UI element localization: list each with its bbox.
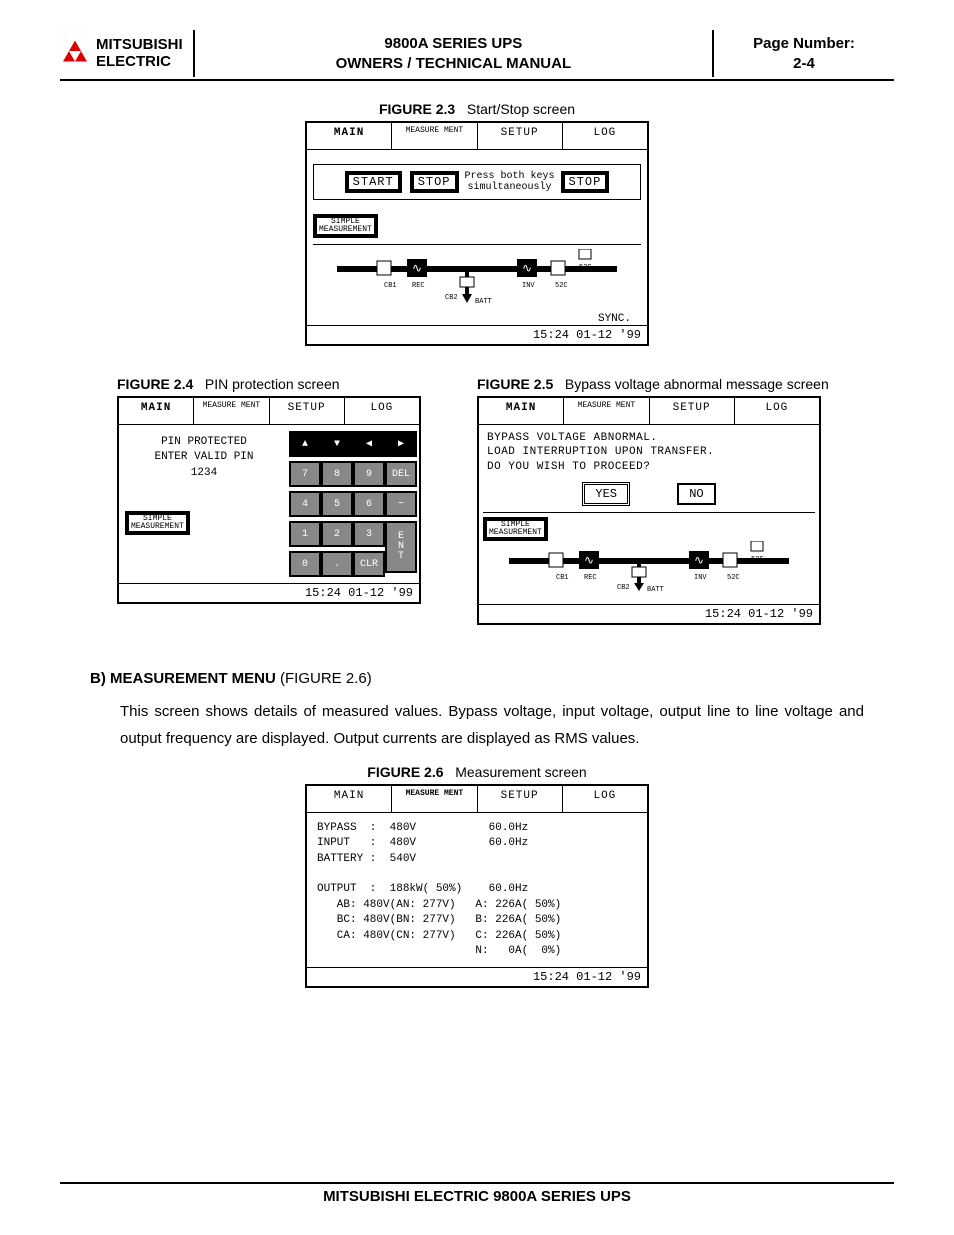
bypass-abnormal-msg: BYPASS VOLTAGE ABNORMAL. LOAD INTERRUPTI… xyxy=(483,429,815,476)
simple-measurement-button[interactable]: SIMPLE MEASUREMENT xyxy=(125,511,190,535)
key-dot[interactable]: . xyxy=(321,551,353,577)
brand-bottom: ELECTRIC xyxy=(96,54,183,71)
simple-measurement-button[interactable]: SIMPLE MEASUREMENT xyxy=(313,214,378,238)
timestamp: 15:24 01-12 '99 xyxy=(119,583,419,602)
tab-measurement[interactable]: MEASURE MENT xyxy=(392,123,477,149)
svg-text:52C: 52C xyxy=(727,574,740,582)
figure-2-4-caption: FIGURE 2.4 PIN protection screen xyxy=(117,376,457,392)
svg-text:∿: ∿ xyxy=(412,262,422,276)
figure-2-6-screen: MAIN MEASURE MENT SETUP LOG BYPASS : 480… xyxy=(305,784,649,989)
key-minus[interactable]: − xyxy=(385,491,417,517)
key-9[interactable]: 9 xyxy=(353,461,385,487)
tab-measurement[interactable]: MEASURE MENT xyxy=(392,786,477,812)
keypad: ▲ ▼ ◀ ▶ 7 8 9 DEL 4 5 6 − 1 xyxy=(289,431,413,577)
tab-setup[interactable]: SETUP xyxy=(478,123,563,149)
key-3[interactable]: 3 xyxy=(353,521,385,547)
key-7[interactable]: 7 xyxy=(289,461,321,487)
timestamp: 15:24 01-12 '99 xyxy=(479,604,819,623)
key-del[interactable]: DEL xyxy=(385,461,417,487)
svg-text:CB1: CB1 xyxy=(384,282,397,290)
key-down-icon[interactable]: ▼ xyxy=(321,431,353,457)
figure-2-4-screen: MAIN MEASURE MENT SETUP LOG PIN PROTECTE… xyxy=(117,396,421,604)
tab-main[interactable]: MAIN xyxy=(307,123,392,149)
svg-text:REC: REC xyxy=(412,282,425,290)
section-b: B) MEASUREMENT MENU (FIGURE 2.6) This sc… xyxy=(90,665,864,752)
svg-text:REC: REC xyxy=(584,574,597,582)
figure-2-5-screen: MAIN MEASURE MENT SETUP LOG BYPASS VOLTA… xyxy=(477,396,821,625)
key-ent[interactable]: E N T xyxy=(385,521,417,573)
stop-button[interactable]: STOP xyxy=(410,171,459,193)
svg-text:INV: INV xyxy=(522,282,535,290)
svg-text:52S: 52S xyxy=(579,264,592,272)
svg-text:BATT: BATT xyxy=(475,298,492,306)
tab-measurement[interactable]: MEASURE MENT xyxy=(564,398,649,424)
svg-text:∿: ∿ xyxy=(584,554,594,568)
power-flow-diagram: ∿ ∿ CB1 REC CB2 BATT INV 52 xyxy=(483,541,815,600)
svg-text:CB1: CB1 xyxy=(556,574,569,582)
figure-2-6-caption: FIGURE 2.6 Measurement screen xyxy=(60,764,894,780)
stop-button-2[interactable]: STOP xyxy=(561,171,610,193)
tab-measurement[interactable]: MEASURE MENT xyxy=(194,398,269,424)
key-up-icon[interactable]: ▲ xyxy=(289,431,321,457)
key-8[interactable]: 8 xyxy=(321,461,353,487)
power-flow-diagram: ∿ ∿ CB1 REC CB2 BATT INV 52S 52C xyxy=(313,244,641,319)
measurement-values: BYPASS : 480V 60.0Hz INPUT : 480V 60.0Hz… xyxy=(313,819,641,962)
tab-setup[interactable]: SETUP xyxy=(650,398,735,424)
svg-text:BATT: BATT xyxy=(647,586,664,594)
svg-text:52S: 52S xyxy=(751,556,764,564)
tab-log[interactable]: LOG xyxy=(735,398,819,424)
page-footer: MITSUBISHI ELECTRIC 9800A SERIES UPS xyxy=(60,1182,894,1205)
figure-2-3-screen: MAIN MEASURE MENT SETUP LOG START STOP P… xyxy=(305,121,649,346)
key-clr[interactable]: CLR xyxy=(353,551,385,577)
no-button[interactable]: NO xyxy=(677,483,715,505)
key-4[interactable]: 4 xyxy=(289,491,321,517)
tab-setup[interactable]: SETUP xyxy=(270,398,345,424)
section-b-para: This screen shows details of measured va… xyxy=(120,698,864,752)
tab-main[interactable]: MAIN xyxy=(119,398,194,424)
key-1[interactable]: 1 xyxy=(289,521,321,547)
key-6[interactable]: 6 xyxy=(353,491,385,517)
svg-text:CB2: CB2 xyxy=(445,294,458,302)
figure-2-5-caption: FIGURE 2.5 Bypass voltage abnormal messa… xyxy=(477,376,837,392)
yes-button[interactable]: YES xyxy=(582,482,630,506)
svg-text:CB2: CB2 xyxy=(617,584,630,592)
press-both-hint: Press both keys simultaneously xyxy=(465,171,555,193)
tab-setup[interactable]: SETUP xyxy=(478,786,563,812)
mitsubishi-logo-icon xyxy=(60,39,90,69)
tab-log[interactable]: LOG xyxy=(563,786,647,812)
timestamp: 15:24 01-12 '99 xyxy=(307,967,647,986)
sync-label: SYNC. xyxy=(313,313,641,325)
figure-2-3-caption: FIGURE 2.3 Start/Stop screen xyxy=(60,101,894,117)
tab-main[interactable]: MAIN xyxy=(307,786,392,812)
timestamp: 15:24 01-12 '99 xyxy=(307,325,647,344)
svg-text:52C: 52C xyxy=(555,282,568,290)
key-left-icon[interactable]: ◀ xyxy=(353,431,385,457)
start-button[interactable]: START xyxy=(345,171,402,193)
start-stop-row: START STOP Press both keys simultaneousl… xyxy=(313,164,641,200)
page-header: MITSUBISHI ELECTRIC 9800A SERIES UPS OWN… xyxy=(60,30,894,81)
simple-measurement-button[interactable]: SIMPLE MEASUREMENT xyxy=(483,517,548,541)
tab-main[interactable]: MAIN xyxy=(479,398,564,424)
pin-message: PIN PROTECTED ENTER VALID PIN 1234 SIMPL… xyxy=(125,431,283,577)
brand-top: MITSUBISHI xyxy=(96,37,183,54)
tab-log[interactable]: LOG xyxy=(345,398,419,424)
key-0[interactable]: 0 xyxy=(289,551,321,577)
header-title: 9800A SERIES UPS OWNERS / TECHNICAL MANU… xyxy=(195,30,714,77)
key-2[interactable]: 2 xyxy=(321,521,353,547)
key-right-icon[interactable]: ▶ xyxy=(385,431,417,457)
key-5[interactable]: 5 xyxy=(321,491,353,517)
svg-text:∿: ∿ xyxy=(694,554,704,568)
brand-block: MITSUBISHI ELECTRIC xyxy=(60,30,195,77)
tab-log[interactable]: LOG xyxy=(563,123,647,149)
header-page: Page Number: 2-4 xyxy=(714,30,894,77)
svg-text:INV: INV xyxy=(694,574,707,582)
svg-text:∿: ∿ xyxy=(522,262,532,276)
